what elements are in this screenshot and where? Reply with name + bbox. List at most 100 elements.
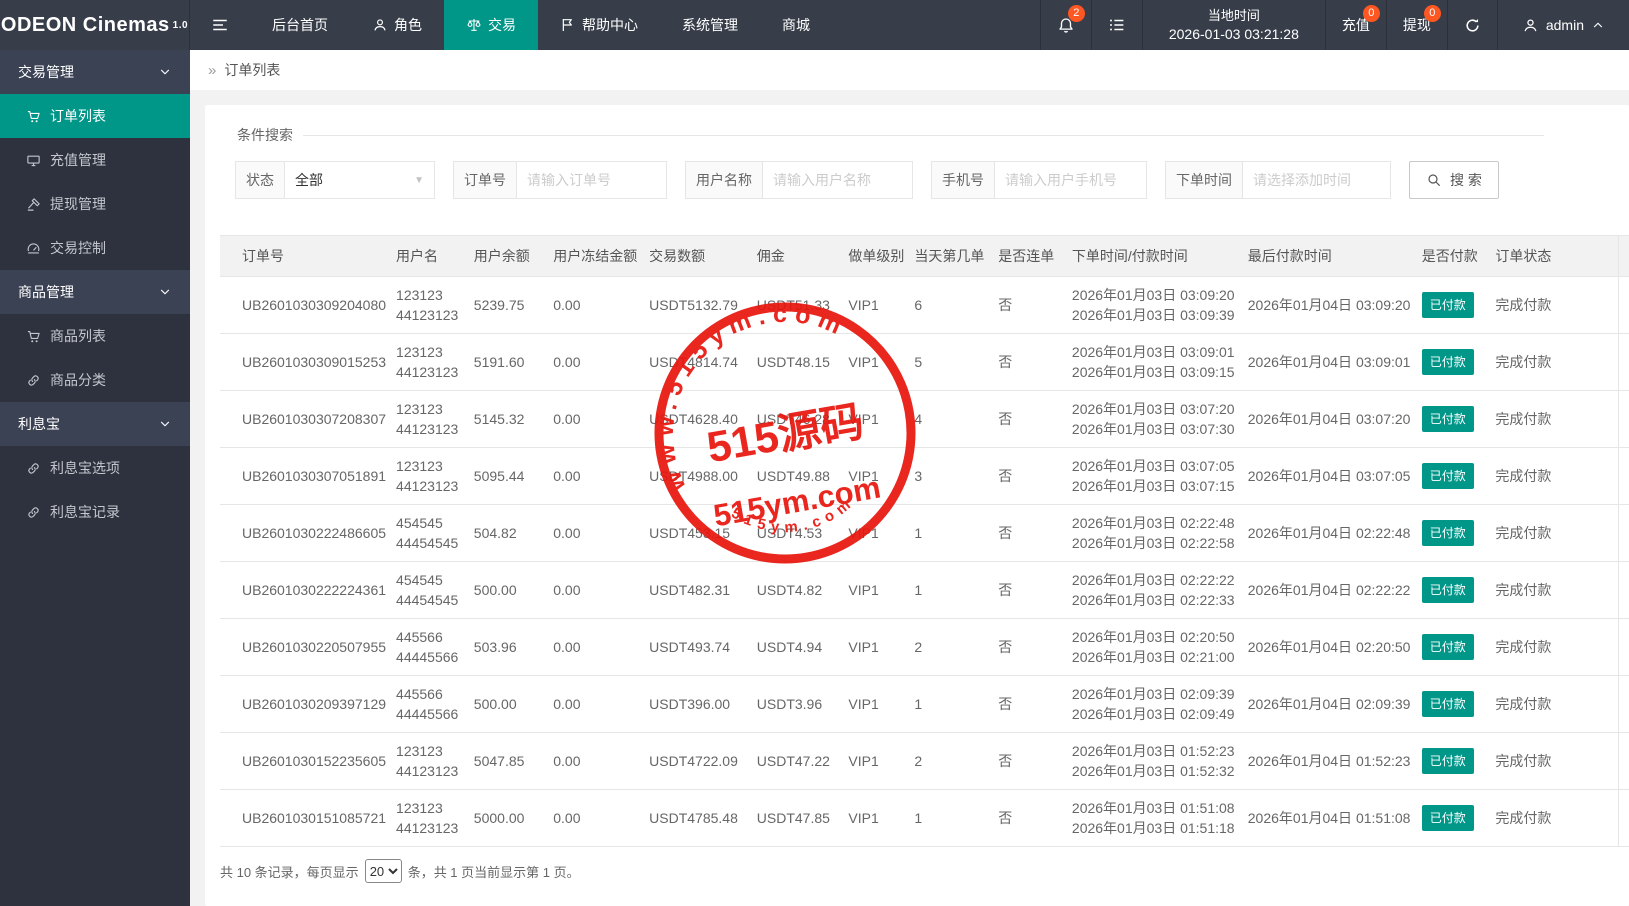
admin-username: admin	[1545, 17, 1584, 33]
cell-commission: USDT51.33	[751, 276, 844, 334]
cell-paid: 已付款	[1416, 789, 1491, 847]
cell-amount: USDT4988.00	[644, 447, 752, 505]
page-size-select[interactable]: 20	[364, 859, 402, 883]
refresh-button[interactable]	[1446, 0, 1497, 50]
admin-menu[interactable]: admin	[1496, 0, 1629, 50]
sidebar-item-trade-control[interactable]: 交易控制	[0, 226, 190, 270]
cell-order-no: UB2601030222486605	[220, 504, 392, 562]
username-input[interactable]	[763, 161, 913, 199]
order-table-body: UB2601030309204080 123123 44123123 5239.…	[220, 276, 1629, 847]
cell-frozen: 0.00	[548, 333, 645, 391]
orders-table-wrap: 订单号 用户名 用户余额 用户冻结金额 交易数额 佣金 做单级别 当天第几单 是…	[220, 235, 1629, 847]
notifications-button[interactable]: 2	[1039, 0, 1091, 50]
sidebar-collapse-button[interactable]	[190, 0, 250, 50]
col-amount: 交易数额	[644, 235, 752, 277]
search-legend: 条件搜索	[237, 127, 293, 143]
nav-item-mall[interactable]: 商城	[760, 0, 832, 50]
col-paid: 是否付款	[1416, 235, 1491, 277]
sidebar-item-recharge-management[interactable]: 充值管理	[0, 138, 190, 182]
cell-is-chain: 否	[993, 333, 1067, 391]
nav-item-system[interactable]: 系统管理	[660, 0, 760, 50]
cell-frozen: 0.00	[548, 618, 645, 676]
cell-last-pay-time: 2026年01月04日 03:09:20	[1242, 276, 1417, 334]
table-header-row: 订单号 用户名 用户余额 用户冻结金额 交易数额 佣金 做单级别 当天第几单 是…	[220, 235, 1629, 277]
cell-balance: 5239.75	[468, 276, 549, 334]
table-row: UB2601030151085721 123123 44123123 5000.…	[220, 789, 1629, 847]
cell-order-pay-time: 2026年01月03日 03:09:01 2026年01月03日 03:09:1…	[1066, 333, 1243, 391]
sidebar-item-interest-options[interactable]: 利息宝选项	[0, 446, 190, 490]
order-no-input[interactable]	[517, 161, 667, 199]
recharge-badge: 0	[1362, 5, 1380, 22]
cell-commission: USDT4.94	[751, 618, 844, 676]
link-icon	[26, 505, 41, 520]
cell-last-pay-time: 2026年01月04日 03:09:01	[1242, 333, 1417, 391]
sidebar-group-interest-treasure[interactable]: 利息宝	[0, 402, 190, 446]
cell-paid: 已付款	[1416, 561, 1491, 619]
chevron-down-icon	[158, 417, 172, 431]
top-nav: 后台首页 角色 交易 帮助中心 系统管理 商城	[250, 0, 832, 50]
log-list-button[interactable]	[1090, 0, 1142, 50]
cell-status: 完成付款	[1490, 675, 1619, 733]
cell-commission: USDT48.15	[751, 333, 844, 391]
sidebar-item-order-list[interactable]: 订单列表	[0, 94, 190, 138]
cell-balance: 503.96	[468, 618, 549, 676]
local-time: 当地时间 2026-01-03 03:21:28	[1141, 0, 1325, 50]
cell-balance: 500.00	[468, 675, 549, 733]
cell-amount: USDT396.00	[644, 675, 752, 733]
cell-order-no: UB2601030307051891	[220, 447, 392, 505]
cell-status: 完成付款	[1490, 618, 1619, 676]
sidebar-item-interest-records[interactable]: 利息宝记录	[0, 490, 190, 534]
chevron-up-icon	[1591, 18, 1605, 32]
table-row: UB2601030222486605 454545 44454545 504.8…	[220, 504, 1629, 562]
search-button[interactable]: 搜 索	[1409, 161, 1499, 199]
cell-username: 123123 44123123	[391, 276, 469, 334]
search-filters: 状态 全部 ▼ 订单号 用户名称 手机号	[235, 161, 1544, 199]
cell-last-pay-time: 2026年01月04日 01:52:23	[1242, 732, 1417, 790]
cell-last-pay-time: 2026年01月04日 02:09:39	[1242, 675, 1417, 733]
col-last-pay-time: 最后付款时间	[1242, 235, 1417, 277]
cell-day-index: 1	[909, 789, 994, 847]
cell-actions	[1618, 333, 1629, 391]
sidebar-item-withdraw-management[interactable]: 提现管理	[0, 182, 190, 226]
status-filter: 状态 全部 ▼	[235, 161, 435, 199]
cell-last-pay-time: 2026年01月04日 02:20:50	[1242, 618, 1417, 676]
cell-is-chain: 否	[993, 504, 1067, 562]
cell-actions	[1618, 789, 1629, 847]
nav-item-trade[interactable]: 交易	[444, 0, 538, 50]
gavel-icon	[26, 197, 41, 212]
recharge-button[interactable]: 充值 0	[1324, 0, 1386, 50]
brand-logo: ODEON Cinemas 1.0	[0, 0, 190, 50]
sidebar-item-product-category[interactable]: 商品分类	[0, 358, 190, 402]
paid-badge: 已付款	[1421, 634, 1474, 660]
content-card: 条件搜索 状态 全部 ▼ 订单号 用户名称	[205, 105, 1629, 906]
nav-item-help-center[interactable]: 帮助中心	[538, 0, 660, 50]
sidebar-group-product-management[interactable]: 商品管理	[0, 270, 190, 314]
withdraw-button[interactable]: 提现 0	[1385, 0, 1447, 50]
order-time-input[interactable]	[1243, 161, 1391, 199]
nav-item-roles[interactable]: 角色	[350, 0, 444, 50]
cell-actions	[1618, 447, 1629, 505]
table-row: UB2601030309015253 123123 44123123 5191.…	[220, 333, 1629, 391]
col-status: 订单状态	[1490, 235, 1619, 277]
phone-input[interactable]	[995, 161, 1147, 199]
cell-is-chain: 否	[993, 390, 1067, 448]
cell-balance: 5191.60	[468, 333, 549, 391]
flag-icon	[560, 17, 576, 33]
sidebar-group-trade-management[interactable]: 交易管理	[0, 50, 190, 94]
table-row: UB2601030307208307 123123 44123123 5145.…	[220, 390, 1629, 448]
sidebar-item-product-list[interactable]: 商品列表	[0, 314, 190, 358]
brand-version: 1.0	[172, 19, 189, 31]
breadcrumb: » 订单列表	[190, 50, 1629, 90]
table-row: UB2601030209397129 445566 44445566 500.0…	[220, 675, 1629, 733]
cell-order-pay-time: 2026年01月03日 01:51:08 2026年01月03日 01:51:1…	[1066, 789, 1243, 847]
cell-amount: USDT453.15	[644, 504, 752, 562]
status-select[interactable]: 全部 ▼	[285, 161, 435, 199]
table-row: UB2601030220507955 445566 44445566 503.9…	[220, 618, 1629, 676]
cell-commission: USDT4.53	[751, 504, 844, 562]
cell-order-no: UB2601030309015253	[220, 333, 392, 391]
withdraw-badge: 0	[1423, 5, 1441, 22]
paid-badge: 已付款	[1421, 577, 1474, 603]
paid-badge: 已付款	[1421, 805, 1474, 831]
cell-actions	[1618, 504, 1629, 562]
nav-item-home[interactable]: 后台首页	[250, 0, 350, 50]
